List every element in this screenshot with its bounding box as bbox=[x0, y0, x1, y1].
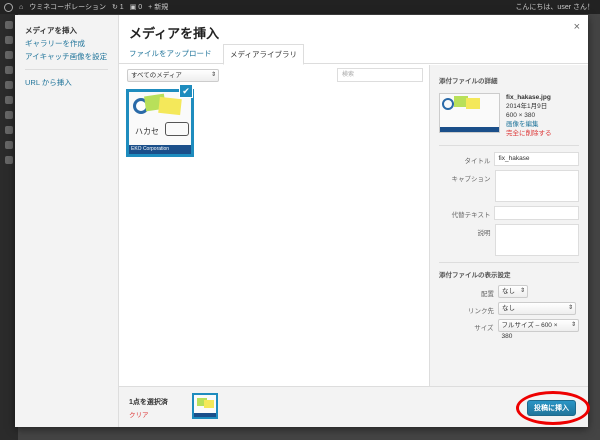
caption-textarea[interactable] bbox=[494, 170, 579, 202]
tab-upload-files[interactable]: ファイルをアップロード bbox=[123, 44, 218, 64]
details-thumbnail bbox=[439, 93, 500, 133]
title-label: タイトル bbox=[464, 158, 491, 165]
media-filter-value: すべてのメディア bbox=[131, 72, 182, 79]
delete-permanently-link[interactable]: 完全に削除する bbox=[506, 129, 552, 138]
link-to-select[interactable]: なし ⇕ bbox=[498, 302, 576, 315]
upload-date: 2014年1月9日 bbox=[506, 103, 548, 110]
link-to-value: なし bbox=[502, 305, 515, 312]
divider bbox=[439, 262, 579, 263]
image-dimensions: 600 × 380 bbox=[506, 112, 536, 119]
comments-menu-icon bbox=[5, 81, 13, 89]
description-textarea[interactable] bbox=[494, 224, 579, 256]
tools-icon bbox=[5, 141, 13, 149]
wordpress-logo-icon[interactable] bbox=[4, 2, 13, 12]
attachments-browser: すべてのメディア ⇕ 検索 ハカセ EKO Corporation ✔ bbox=[119, 65, 429, 386]
home-icon[interactable]: ⌂ bbox=[19, 4, 23, 11]
close-icon[interactable]: × bbox=[574, 21, 580, 33]
comments-count: 0 bbox=[138, 3, 143, 11]
comments-icon[interactable]: ▣ 0 bbox=[130, 3, 143, 12]
menu-set-featured-image[interactable]: アイキャッチ画像を設定 bbox=[15, 50, 118, 63]
hakase-logo-icon bbox=[442, 98, 454, 110]
tab-media-library[interactable]: メディアライブラリ bbox=[223, 44, 304, 65]
align-value: なし bbox=[502, 288, 515, 295]
selection-count: 1点を選択済 bbox=[129, 399, 168, 406]
media-filter-select[interactable]: すべてのメディア ⇕ bbox=[127, 69, 219, 82]
file-name: fix_hakase.jpg bbox=[506, 94, 551, 101]
caption-setting: キャプション bbox=[439, 170, 579, 202]
media-menu: メディアを挿入 ギャラリーを作成 アイキャッチ画像を設定 URL から挿入 bbox=[15, 15, 119, 427]
description-label: 説明 bbox=[477, 230, 491, 237]
dashboard-icon bbox=[5, 21, 13, 29]
settings-icon bbox=[5, 156, 13, 164]
thumbnail-banner bbox=[194, 413, 216, 417]
title-setting: タイトル fix_hakase bbox=[439, 152, 579, 166]
users-icon bbox=[5, 126, 13, 134]
menu-insert-from-url[interactable]: URL から挿入 bbox=[15, 76, 118, 89]
menu-insert-media[interactable]: メディアを挿入 bbox=[15, 24, 118, 37]
display-settings-heading: 添付ファイルの表示設定 bbox=[439, 272, 511, 279]
sticky-note-yellow bbox=[158, 96, 182, 116]
selected-attachment-thumbnail[interactable] bbox=[192, 393, 218, 419]
updates-icon[interactable]: ↻ 1 bbox=[112, 3, 124, 12]
insert-into-post-button[interactable]: 投稿に挿入 bbox=[527, 400, 576, 416]
size-label: サイズ bbox=[474, 325, 494, 332]
caption-label: キャプション bbox=[451, 176, 491, 183]
thumbnail-banner bbox=[440, 127, 499, 132]
alt-text-field[interactable] bbox=[494, 206, 579, 220]
attachment-thumbnail[interactable]: ハカセ EKO Corporation bbox=[126, 89, 194, 157]
edit-image-link[interactable]: 画像を編集 bbox=[506, 120, 552, 129]
chevron-updown-icon: ⇕ bbox=[210, 72, 216, 78]
title-field[interactable]: fix_hakase bbox=[494, 152, 579, 166]
align-label: 配置 bbox=[481, 291, 494, 298]
sticky-note-yellow bbox=[466, 98, 480, 109]
size-setting: サイズ フルサイズ – 600 × 380 ⇕ bbox=[439, 319, 579, 340]
link-setting: リンク先 なし ⇕ bbox=[439, 302, 579, 315]
chevron-updown-icon: ⇕ bbox=[570, 322, 576, 328]
size-select[interactable]: フルサイズ – 600 × 380 ⇕ bbox=[497, 319, 579, 340]
admin-bar: ⌂ ウミネコーポレーション ↻ 1 ▣ 0 + 新規 こんにちは、user さん… bbox=[0, 0, 600, 14]
menu-separator bbox=[25, 69, 108, 70]
align-select[interactable]: なし ⇕ bbox=[498, 285, 528, 298]
thumbnail-caption: ハカセ bbox=[135, 127, 159, 136]
site-name-link[interactable]: ウミネコーポレーション bbox=[29, 2, 106, 12]
details-heading: 添付ファイルの詳細 bbox=[439, 78, 498, 85]
user-greeting[interactable]: こんにちは、user さん！ bbox=[515, 2, 594, 12]
attachment-sidebar: 添付ファイルの詳細 fix_hakase.jpg 2014年1月9日 600 ×… bbox=[429, 65, 588, 386]
router-tabs: ファイルをアップロード メディアライブラリ bbox=[119, 44, 588, 65]
details-info: fix_hakase.jpg 2014年1月9日 600 × 380 画像を編集… bbox=[506, 93, 552, 138]
new-content-link[interactable]: + 新規 bbox=[148, 2, 168, 12]
chevron-updown-icon: ⇕ bbox=[519, 288, 525, 294]
chevron-updown-icon: ⇕ bbox=[567, 305, 573, 311]
plugins-icon bbox=[5, 111, 13, 119]
align-setting: 配置 なし ⇕ bbox=[439, 285, 579, 298]
posts-icon bbox=[5, 36, 13, 44]
size-value: フルサイズ – 600 × 380 bbox=[501, 322, 558, 340]
media-frame: メディアを挿入 × ファイルをアップロード メディアライブラリ すべてのメディア… bbox=[119, 15, 588, 427]
divider bbox=[439, 145, 579, 146]
menu-create-gallery[interactable]: ギャラリーを作成 bbox=[15, 37, 118, 50]
updates-count: 1 bbox=[119, 3, 124, 11]
media-modal: メディアを挿入 ギャラリーを作成 アイキャッチ画像を設定 URL から挿入 メデ… bbox=[15, 15, 588, 427]
sticky-note-yellow bbox=[204, 400, 214, 408]
character-face-icon bbox=[165, 122, 189, 136]
clear-selection-link[interactable]: クリア bbox=[129, 409, 149, 419]
pages-icon bbox=[5, 66, 13, 74]
media-icon bbox=[5, 51, 13, 59]
media-toolbar: 1点を選択済 クリア 投稿に挿入 bbox=[119, 386, 588, 427]
thumbnail-banner: EKO Corporation bbox=[129, 145, 191, 154]
attachment-details: fix_hakase.jpg 2014年1月9日 600 × 380 画像を編集… bbox=[439, 93, 579, 139]
search-input[interactable]: 検索 bbox=[337, 68, 423, 82]
alt-text-label: 代替テキスト bbox=[451, 212, 491, 219]
modal-title: メディアを挿入 bbox=[129, 26, 220, 41]
description-setting: 説明 bbox=[439, 224, 579, 256]
alt-setting: 代替テキスト bbox=[439, 206, 579, 220]
link-to-label: リンク先 bbox=[468, 308, 494, 315]
checkmark-icon[interactable]: ✔ bbox=[179, 84, 193, 98]
appearance-icon bbox=[5, 96, 13, 104]
